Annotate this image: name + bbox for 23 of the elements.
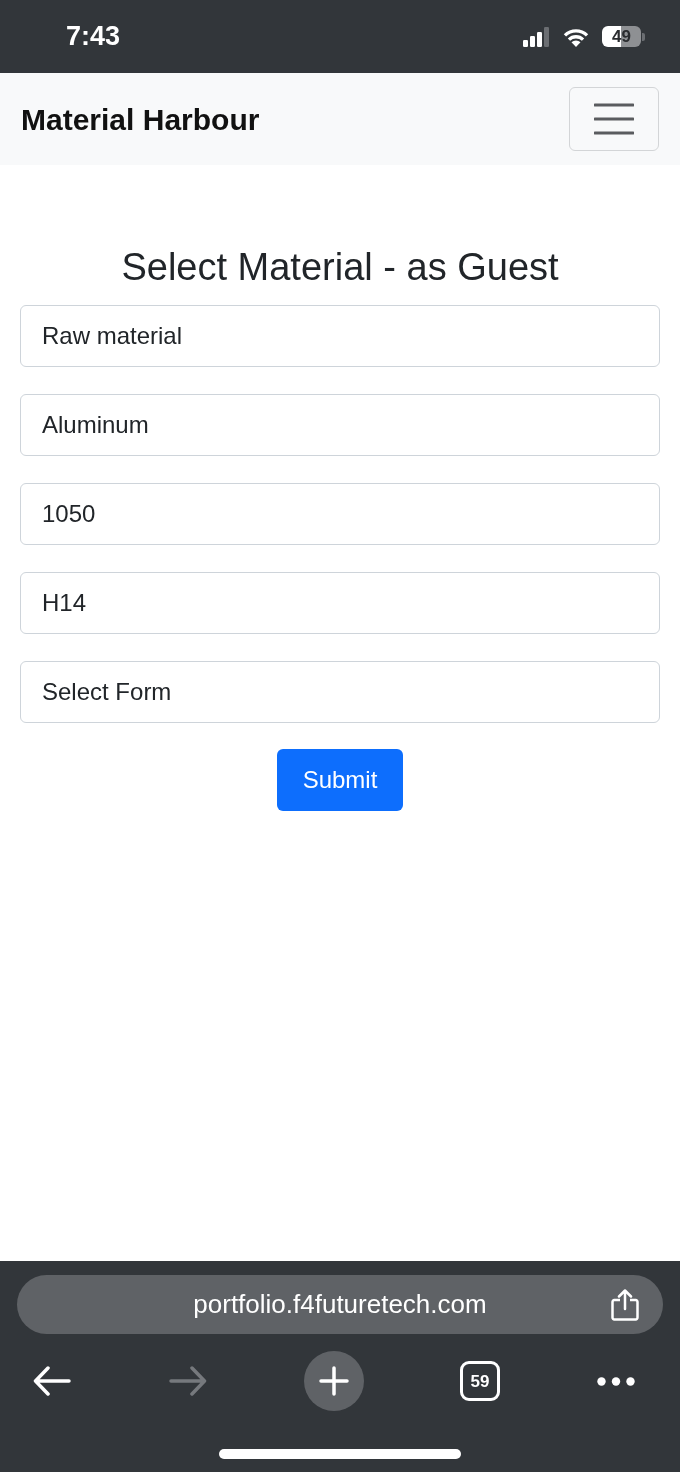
- clock-time: 7:43: [66, 20, 121, 54]
- form-title: Select Material - as Guest: [120, 245, 560, 290]
- plus-icon: [319, 1366, 349, 1396]
- submit-button[interactable]: Submit: [277, 749, 403, 811]
- brand-title[interactable]: Material Harbour: [21, 96, 260, 142]
- select-field[interactable]: Raw material: [20, 305, 660, 367]
- new-tab-button[interactable]: [304, 1351, 364, 1411]
- left-arrow-icon: [33, 1366, 71, 1396]
- signal-bars-icon: [523, 26, 550, 47]
- wifi-icon: [562, 26, 590, 47]
- select-field[interactable]: 1050: [20, 483, 660, 545]
- select-field[interactable]: H14: [20, 572, 660, 634]
- menu-toggle-button[interactable]: [569, 87, 659, 151]
- menu-icon: [594, 103, 634, 135]
- back-button[interactable]: [32, 1364, 72, 1398]
- select-field[interactable]: Select Form: [20, 661, 660, 723]
- share-icon[interactable]: [611, 1288, 639, 1321]
- address-bar[interactable]: portfolio.f4futuretech.com: [17, 1275, 663, 1334]
- more-dots-icon: [597, 1376, 635, 1386]
- right-arrow-icon: [169, 1366, 207, 1396]
- url-text: portfolio.f4futuretech.com: [193, 1288, 487, 1321]
- tab-count-button[interactable]: 59: [460, 1361, 500, 1401]
- select-field[interactable]: Aluminum: [20, 394, 660, 456]
